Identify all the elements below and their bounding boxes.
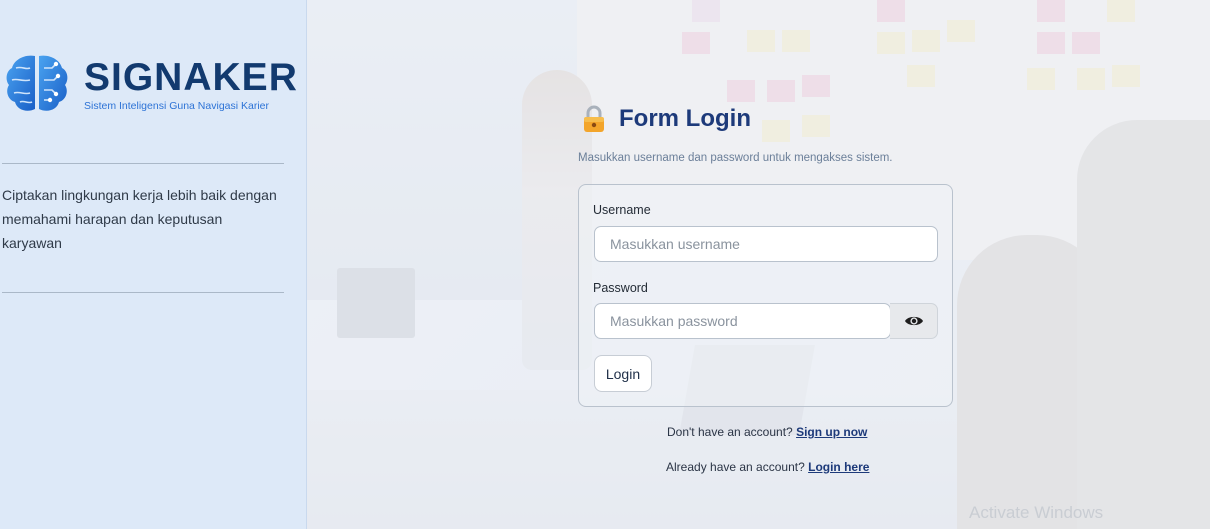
login-prompt-text: Already have an account? — [666, 460, 805, 474]
toggle-password-visibility-button[interactable] — [890, 303, 938, 339]
lock-icon — [584, 105, 604, 132]
sidebar: SIGNAKER Sistem Inteligensi Guna Navigas… — [0, 0, 307, 529]
username-input[interactable] — [594, 226, 938, 262]
brain-logo-icon — [6, 55, 68, 111]
form-subtitle: Masukkan username dan password untuk men… — [578, 152, 893, 164]
signup-prompt: Don't have an account? Sign up now — [667, 425, 867, 439]
form-title: Form Login — [582, 102, 751, 136]
signup-link[interactable]: Sign up now — [796, 425, 867, 439]
brand-name: SIGNAKER — [84, 56, 298, 99]
divider — [2, 292, 284, 293]
brand-logo: SIGNAKER Sistem Inteligensi Guna Navigas… — [4, 50, 297, 120]
login-link[interactable]: Login here — [808, 460, 869, 474]
login-card: Username Password Login — [578, 184, 953, 407]
password-input[interactable] — [594, 303, 891, 339]
brand-tagline: Sistem Inteligensi Guna Navigasi Karier — [84, 100, 270, 112]
divider — [2, 163, 284, 164]
form-title-text: Form Login — [619, 105, 751, 132]
eye-icon — [904, 316, 923, 326]
activate-windows-watermark: Activate Windows — [969, 503, 1104, 522]
password-label: Password — [593, 281, 648, 295]
login-prompt: Already have an account? Login here — [666, 460, 869, 474]
login-button[interactable]: Login — [594, 355, 652, 392]
signup-prompt-text: Don't have an account? — [667, 425, 793, 439]
username-label: Username — [593, 203, 651, 217]
sidebar-description: Ciptakan lingkungan kerja lebih baik den… — [2, 187, 277, 251]
